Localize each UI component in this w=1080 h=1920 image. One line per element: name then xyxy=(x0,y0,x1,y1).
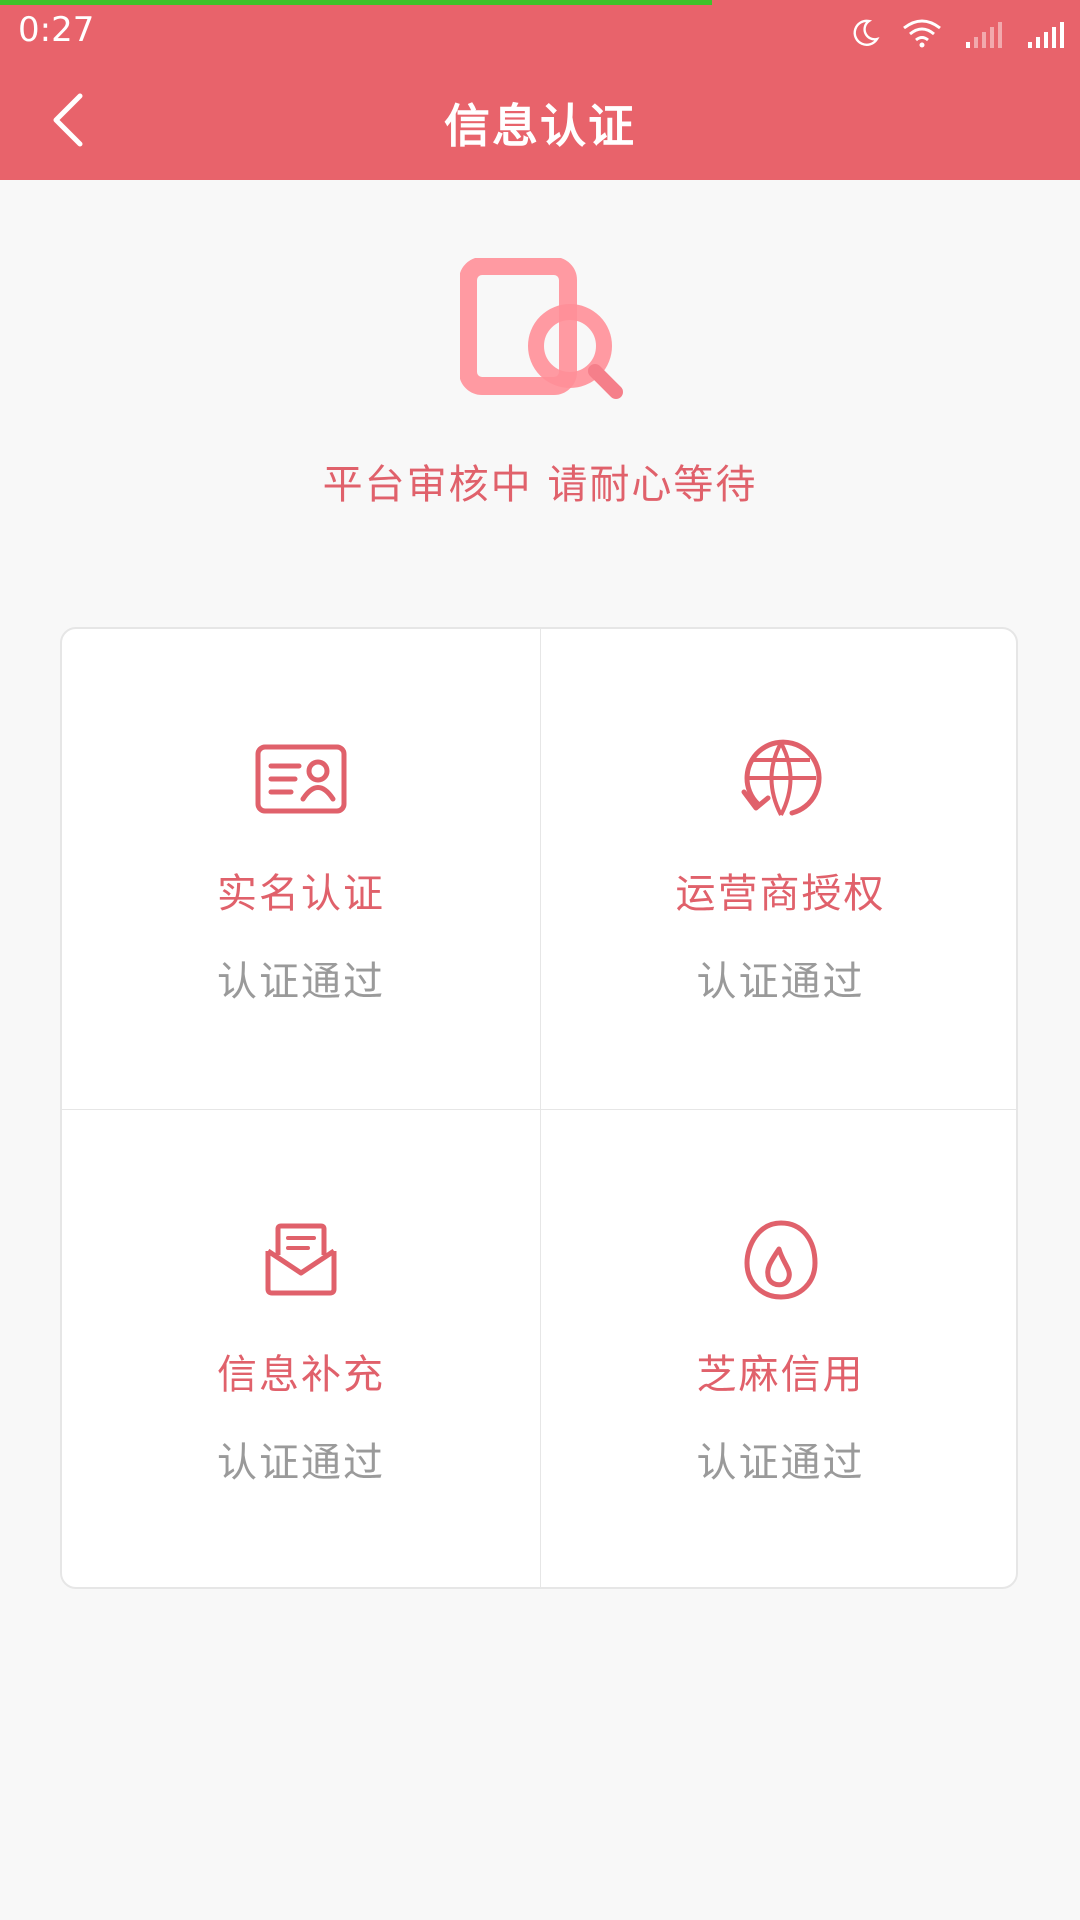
status-bar: 0:27 xyxy=(0,0,1080,62)
page-title: 信息认证 xyxy=(444,99,636,153)
document-search-icon xyxy=(459,257,630,408)
app-bar: 0:27 信息认证 xyxy=(0,0,1080,180)
info-supplement-item[interactable]: 信息补充 认证通过 xyxy=(62,1110,541,1587)
item-title: 芝麻信用 xyxy=(696,1352,865,1398)
globe-icon xyxy=(740,738,822,824)
signal-full-icon xyxy=(1026,20,1066,48)
sesame-drop-icon xyxy=(743,1219,819,1305)
status-time: 0:27 xyxy=(18,10,95,50)
item-title: 运营商授权 xyxy=(675,871,886,917)
carrier-authorization-item[interactable]: 运营商授权 认证通过 xyxy=(541,629,1016,1110)
envelope-icon xyxy=(264,1223,338,1301)
id-card-icon xyxy=(255,744,347,818)
sesame-credit-item[interactable]: 芝麻信用 认证通过 xyxy=(541,1110,1016,1587)
moon-icon xyxy=(850,18,880,48)
item-status: 认证通过 xyxy=(696,1440,865,1486)
item-status: 认证通过 xyxy=(696,959,865,1005)
verification-grid: 实名认证 认证通过 运营商授权 认证通过 信息补充 认证通过 芝麻信用 认证通过 xyxy=(60,627,1018,1589)
review-status-section: 平台审核中 请耐心等待 xyxy=(0,180,1080,510)
review-message: 平台审核中 请耐心等待 xyxy=(322,462,758,508)
item-title: 实名认证 xyxy=(217,871,385,917)
item-status: 认证通过 xyxy=(217,959,385,1005)
signal-weak-icon xyxy=(964,20,1004,48)
nav-bar: 信息认证 xyxy=(0,62,1080,180)
item-title: 信息补充 xyxy=(217,1352,385,1398)
item-status: 认证通过 xyxy=(217,1440,385,1486)
wifi-icon xyxy=(902,18,942,48)
real-name-verification-item[interactable]: 实名认证 认证通过 xyxy=(62,629,541,1110)
status-icons xyxy=(850,14,1066,48)
loading-progress-bar xyxy=(0,0,712,5)
